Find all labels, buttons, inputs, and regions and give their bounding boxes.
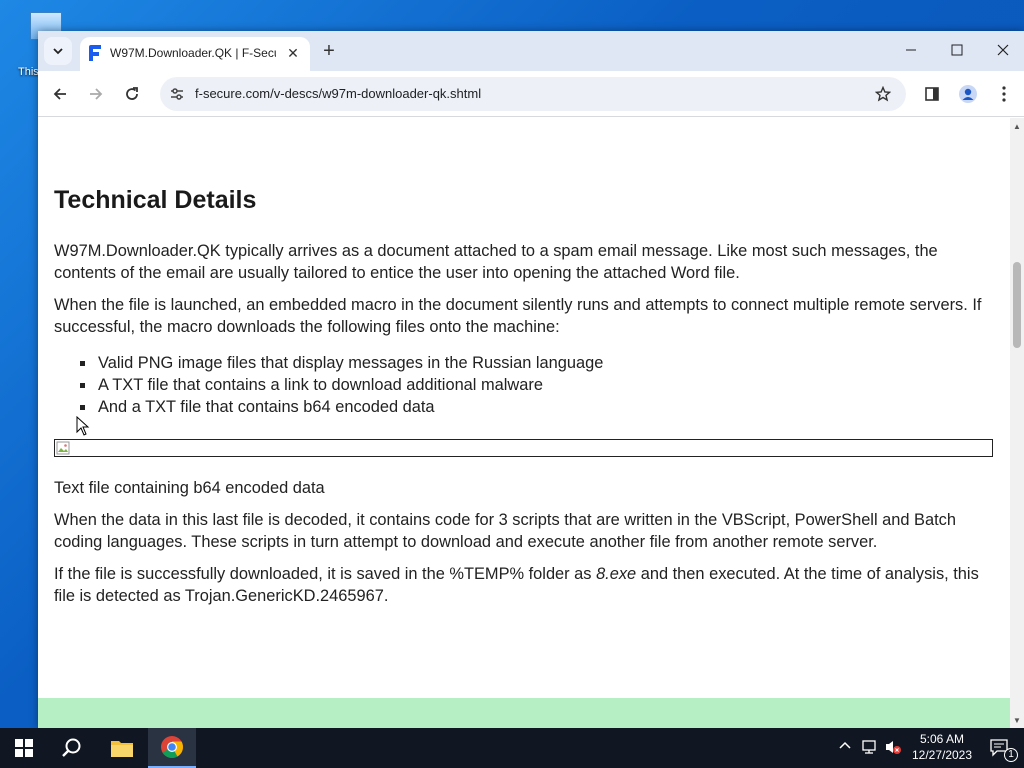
back-button[interactable]	[46, 80, 74, 108]
taskbar: 5:06 AM 12/27/2023 1	[0, 728, 1024, 768]
reload-button[interactable]	[118, 80, 146, 108]
maximize-icon	[951, 44, 963, 56]
tab-bar: W97M.Downloader.QK | F-Secu ✕ +	[38, 31, 1024, 71]
paragraph-launch: When the file is launched, an embedded m…	[54, 296, 982, 336]
network-icon	[862, 740, 876, 754]
address-bar[interactable]: f-secure.com/v-descs/w97m-downloader-qk.…	[160, 77, 906, 111]
side-panel-button[interactable]	[918, 80, 946, 108]
folder-icon	[111, 741, 133, 757]
paragraph-decoded: When the data in this last file is decod…	[54, 511, 956, 551]
profile-button[interactable]	[954, 80, 982, 108]
clock-date: 12/27/2023	[911, 748, 973, 762]
star-icon	[875, 86, 891, 102]
broken-image-icon	[56, 441, 70, 455]
paragraph-arrival: W97M.Downloader.QK typically arrives as …	[54, 242, 938, 282]
system-clock[interactable]: 5:06 AM 12/27/2023	[904, 731, 980, 763]
reload-icon	[126, 87, 138, 100]
minimize-button[interactable]	[888, 35, 934, 65]
list-item: A TXT file that contains a link to downl…	[80, 374, 603, 396]
arrow-right-icon	[90, 88, 103, 100]
minimize-icon	[906, 49, 916, 51]
page-viewport: Technical Details W97M.Downloader.QK typ…	[38, 118, 1010, 728]
broken-image-placeholder	[54, 439, 993, 457]
chrome-icon	[161, 736, 183, 758]
notification-center-button[interactable]: 1	[976, 728, 1024, 768]
chevron-up-icon	[839, 741, 851, 749]
bookmark-star-button[interactable]	[872, 83, 894, 105]
start-button[interactable]	[0, 728, 48, 768]
footer-band	[38, 698, 1010, 728]
tab-active[interactable]: W97M.Downloader.QK | F-Secu ✕	[80, 37, 310, 71]
url-text[interactable]: f-secure.com/v-descs/w97m-downloader-qk.…	[195, 86, 481, 101]
image-caption: Text file containing b64 encoded data	[54, 479, 325, 497]
taskbar-file-explorer[interactable]	[98, 728, 146, 768]
scrollbar-thumb[interactable]	[1013, 262, 1021, 348]
paragraph-result: If the file is successfully downloaded, …	[54, 563, 994, 607]
section-heading: Technical Details	[54, 186, 257, 214]
downloaded-files-list: Valid PNG image files that display messa…	[80, 352, 603, 418]
side-panel-icon	[925, 87, 939, 101]
search-icon	[62, 738, 81, 757]
tab-search-button[interactable]	[44, 37, 72, 65]
chevron-down-icon	[53, 48, 63, 55]
arrow-left-icon	[53, 88, 66, 100]
close-window-button[interactable]	[980, 35, 1024, 65]
list-item: Valid PNG image files that display messa…	[80, 352, 603, 374]
tab-title: W97M.Downloader.QK | F-Secu	[110, 46, 276, 60]
result-text-start: If the file is successfully downloaded, …	[54, 565, 597, 583]
volume-muted-icon	[886, 741, 901, 754]
taskbar-chrome[interactable]	[148, 728, 196, 768]
profile-avatar-icon	[959, 85, 977, 103]
volume-status[interactable]	[884, 739, 902, 758]
exe-filename: 8.exe	[596, 565, 637, 583]
desktop-icon-label: This	[18, 66, 39, 78]
site-info-icon[interactable]	[168, 85, 186, 103]
close-icon	[997, 44, 1009, 56]
maximize-button[interactable]	[934, 35, 980, 65]
mouse-cursor-icon	[76, 416, 90, 436]
page-scrollbar[interactable]: ▲ ▼	[1010, 118, 1024, 728]
scroll-down-icon[interactable]: ▼	[1013, 716, 1021, 725]
more-vertical-icon	[1002, 86, 1006, 102]
list-item: And a TXT file that contains b64 encoded…	[80, 396, 603, 418]
tab-close-icon[interactable]: ✕	[284, 44, 302, 62]
taskbar-search-button[interactable]	[48, 728, 96, 768]
browser-toolbar: f-secure.com/v-descs/w97m-downloader-qk.…	[38, 71, 1024, 117]
notification-count-badge: 1	[1004, 748, 1018, 762]
scroll-up-icon[interactable]: ▲	[1013, 122, 1021, 131]
clock-time: 5:06 AM	[919, 732, 965, 746]
f-secure-favicon-icon	[89, 45, 101, 61]
forward-button[interactable]	[82, 80, 110, 108]
new-tab-button[interactable]: +	[318, 40, 340, 62]
windows-logo-icon	[15, 739, 33, 757]
show-hidden-icons[interactable]	[838, 739, 852, 756]
browser-menu-button[interactable]	[990, 80, 1018, 108]
browser-window: W97M.Downloader.QK | F-Secu ✕ + f-secure…	[38, 31, 1024, 728]
network-status[interactable]	[862, 739, 880, 758]
